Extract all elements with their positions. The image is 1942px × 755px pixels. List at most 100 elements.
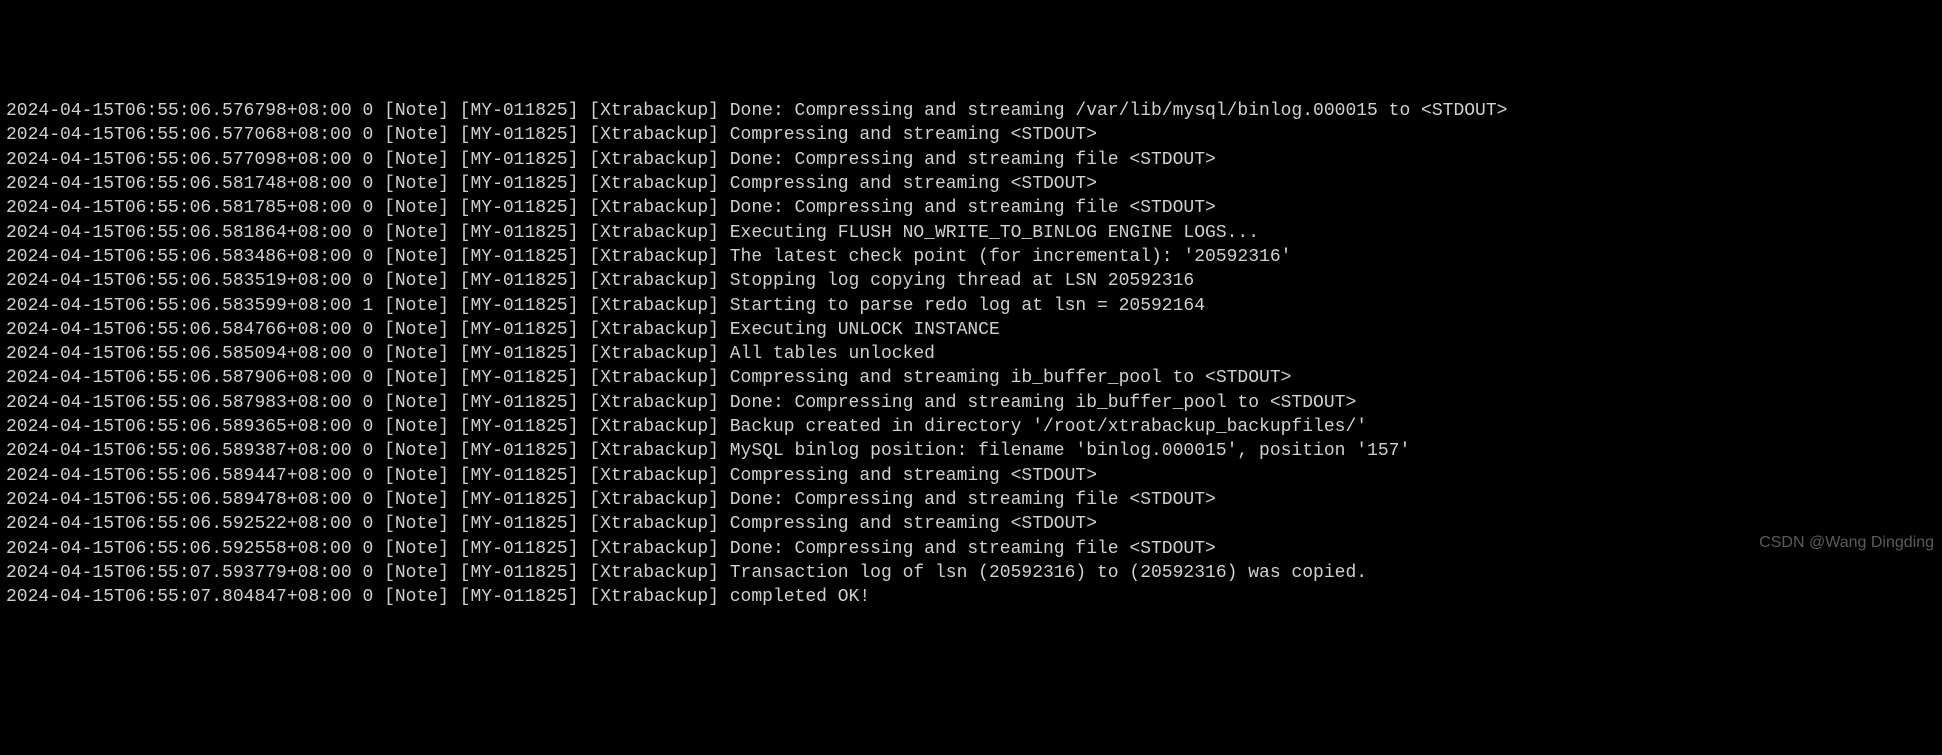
log-line: 2024-04-15T06:55:06.583486+08:00 0 [Note… bbox=[6, 245, 1936, 269]
log-message: Compressing and streaming <STDOUT> bbox=[719, 512, 1097, 536]
log-level: [Note] bbox=[384, 585, 449, 609]
log-component: [Xtrabackup] bbox=[579, 99, 719, 123]
log-code: [MY-011825] bbox=[449, 123, 579, 147]
log-code: [MY-011825] bbox=[449, 342, 579, 366]
log-line: 2024-04-15T06:55:06.587906+08:00 0 [Note… bbox=[6, 366, 1936, 390]
log-code: [MY-011825] bbox=[449, 488, 579, 512]
log-thread-id: 0 bbox=[352, 123, 384, 147]
log-code: [MY-011825] bbox=[449, 172, 579, 196]
log-thread-id: 0 bbox=[352, 221, 384, 245]
log-component: [Xtrabackup] bbox=[579, 294, 719, 318]
log-line: 2024-04-15T06:55:06.577068+08:00 0 [Note… bbox=[6, 123, 1936, 147]
log-timestamp: 2024-04-15T06:55:06.577068+08:00 bbox=[6, 123, 352, 147]
log-component: [Xtrabackup] bbox=[579, 439, 719, 463]
log-timestamp: 2024-04-15T06:55:07.804847+08:00 bbox=[6, 585, 352, 609]
log-level: [Note] bbox=[384, 464, 449, 488]
log-component: [Xtrabackup] bbox=[579, 172, 719, 196]
log-message: Done: Compressing and streaming /var/lib… bbox=[719, 99, 1508, 123]
log-line: 2024-04-15T06:55:06.581785+08:00 0 [Note… bbox=[6, 196, 1936, 220]
log-message: MySQL binlog position: filename 'binlog.… bbox=[719, 439, 1410, 463]
log-code: [MY-011825] bbox=[449, 148, 579, 172]
log-thread-id: 0 bbox=[352, 318, 384, 342]
log-thread-id: 0 bbox=[352, 245, 384, 269]
log-timestamp: 2024-04-15T06:55:06.583599+08:00 bbox=[6, 294, 352, 318]
log-message: Backup created in directory '/root/xtrab… bbox=[719, 415, 1367, 439]
log-message: Done: Compressing and streaming file <ST… bbox=[719, 148, 1216, 172]
log-message: Compressing and streaming <STDOUT> bbox=[719, 464, 1097, 488]
log-component: [Xtrabackup] bbox=[579, 561, 719, 585]
log-message: The latest check point (for incremental)… bbox=[719, 245, 1292, 269]
log-timestamp: 2024-04-15T06:55:06.583519+08:00 bbox=[6, 269, 352, 293]
log-thread-id: 0 bbox=[352, 439, 384, 463]
log-level: [Note] bbox=[384, 269, 449, 293]
log-level: [Note] bbox=[384, 318, 449, 342]
log-line: 2024-04-15T06:55:06.589365+08:00 0 [Note… bbox=[6, 415, 1936, 439]
log-code: [MY-011825] bbox=[449, 464, 579, 488]
log-line: 2024-04-15T06:55:06.576798+08:00 0 [Note… bbox=[6, 99, 1936, 123]
log-component: [Xtrabackup] bbox=[579, 342, 719, 366]
log-line: 2024-04-15T06:55:06.584766+08:00 0 [Note… bbox=[6, 318, 1936, 342]
log-code: [MY-011825] bbox=[449, 439, 579, 463]
log-message: Done: Compressing and streaming file <ST… bbox=[719, 537, 1216, 561]
log-message: Compressing and streaming <STDOUT> bbox=[719, 123, 1097, 147]
log-thread-id: 0 bbox=[352, 99, 384, 123]
log-code: [MY-011825] bbox=[449, 318, 579, 342]
log-code: [MY-011825] bbox=[449, 99, 579, 123]
log-line: 2024-04-15T06:55:06.583519+08:00 0 [Note… bbox=[6, 269, 1936, 293]
log-line: 2024-04-15T06:55:06.581864+08:00 0 [Note… bbox=[6, 221, 1936, 245]
log-thread-id: 0 bbox=[352, 488, 384, 512]
log-level: [Note] bbox=[384, 148, 449, 172]
log-code: [MY-011825] bbox=[449, 415, 579, 439]
log-level: [Note] bbox=[384, 294, 449, 318]
log-timestamp: 2024-04-15T06:55:06.587983+08:00 bbox=[6, 391, 352, 415]
log-line: 2024-04-15T06:55:07.804847+08:00 0 [Note… bbox=[6, 585, 1936, 609]
log-message: Transaction log of lsn (20592316) to (20… bbox=[719, 561, 1367, 585]
log-message: All tables unlocked bbox=[719, 342, 935, 366]
log-line: 2024-04-15T06:55:06.589478+08:00 0 [Note… bbox=[6, 488, 1936, 512]
log-code: [MY-011825] bbox=[449, 221, 579, 245]
log-thread-id: 0 bbox=[352, 561, 384, 585]
log-timestamp: 2024-04-15T06:55:06.589365+08:00 bbox=[6, 415, 352, 439]
log-code: [MY-011825] bbox=[449, 561, 579, 585]
log-timestamp: 2024-04-15T06:55:06.581785+08:00 bbox=[6, 196, 352, 220]
log-level: [Note] bbox=[384, 123, 449, 147]
log-component: [Xtrabackup] bbox=[579, 488, 719, 512]
log-timestamp: 2024-04-15T06:55:06.577098+08:00 bbox=[6, 148, 352, 172]
log-component: [Xtrabackup] bbox=[579, 123, 719, 147]
log-thread-id: 0 bbox=[352, 391, 384, 415]
log-code: [MY-011825] bbox=[449, 512, 579, 536]
log-level: [Note] bbox=[384, 99, 449, 123]
log-message: Compressing and streaming <STDOUT> bbox=[719, 172, 1097, 196]
log-component: [Xtrabackup] bbox=[579, 366, 719, 390]
terminal-log: 2024-04-15T06:55:06.576798+08:00 0 [Note… bbox=[6, 99, 1936, 609]
log-thread-id: 0 bbox=[352, 196, 384, 220]
log-code: [MY-011825] bbox=[449, 269, 579, 293]
log-message: Done: Compressing and streaming file <ST… bbox=[719, 196, 1216, 220]
log-message: Executing FLUSH NO_WRITE_TO_BINLOG ENGIN… bbox=[719, 221, 1259, 245]
log-timestamp: 2024-04-15T06:55:06.584766+08:00 bbox=[6, 318, 352, 342]
log-line: 2024-04-15T06:55:06.589447+08:00 0 [Note… bbox=[6, 464, 1936, 488]
log-code: [MY-011825] bbox=[449, 585, 579, 609]
log-level: [Note] bbox=[384, 391, 449, 415]
watermark-text: CSDN @Wang Dingding bbox=[1759, 532, 1934, 554]
log-code: [MY-011825] bbox=[449, 196, 579, 220]
log-level: [Note] bbox=[384, 245, 449, 269]
log-thread-id: 0 bbox=[352, 537, 384, 561]
log-component: [Xtrabackup] bbox=[579, 585, 719, 609]
log-thread-id: 0 bbox=[352, 342, 384, 366]
log-message: completed OK! bbox=[719, 585, 870, 609]
log-message: Done: Compressing and streaming ib_buffe… bbox=[719, 391, 1356, 415]
log-code: [MY-011825] bbox=[449, 245, 579, 269]
log-level: [Note] bbox=[384, 415, 449, 439]
log-component: [Xtrabackup] bbox=[579, 415, 719, 439]
log-level: [Note] bbox=[384, 439, 449, 463]
log-timestamp: 2024-04-15T06:55:06.581748+08:00 bbox=[6, 172, 352, 196]
log-code: [MY-011825] bbox=[449, 366, 579, 390]
log-message: Done: Compressing and streaming file <ST… bbox=[719, 488, 1216, 512]
log-thread-id: 0 bbox=[352, 585, 384, 609]
log-message: Stopping log copying thread at LSN 20592… bbox=[719, 269, 1194, 293]
log-component: [Xtrabackup] bbox=[579, 512, 719, 536]
log-line: 2024-04-15T06:55:06.577098+08:00 0 [Note… bbox=[6, 148, 1936, 172]
log-line: 2024-04-15T06:55:06.585094+08:00 0 [Note… bbox=[6, 342, 1936, 366]
log-component: [Xtrabackup] bbox=[579, 318, 719, 342]
